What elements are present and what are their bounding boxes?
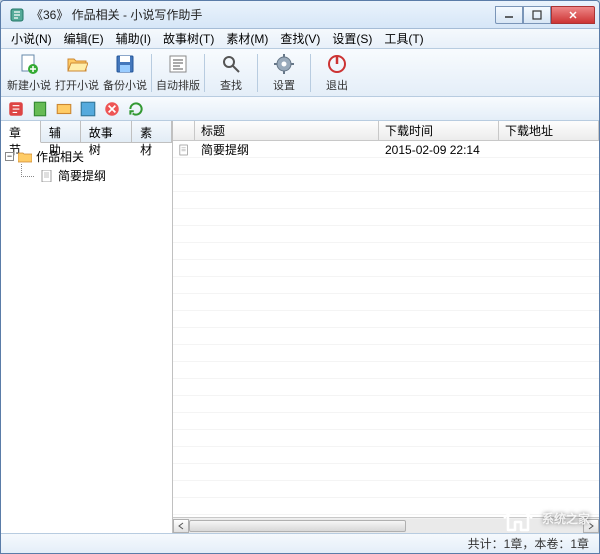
gear-icon xyxy=(273,53,295,75)
content-area: 标题 下载时间 下载地址 简要提纲 2015-02-09 22:14 xyxy=(173,121,599,533)
toolbar: 新建小说 打开小说 备份小说 自动排版 查找 设置 退出 xyxy=(1,49,599,97)
delete-button[interactable] xyxy=(103,100,121,118)
grid-header: 标题 下载时间 下载地址 xyxy=(173,121,599,141)
grid-body[interactable]: 简要提纲 2015-02-09 22:14 xyxy=(173,141,599,517)
sidebar-tabs: 章节 辅助 故事树 素材 xyxy=(1,121,172,143)
tree-root-label: 作品相关 xyxy=(36,148,84,165)
maximize-button[interactable] xyxy=(523,6,551,24)
new-novel-label: 新建小说 xyxy=(7,77,51,93)
refresh-button[interactable] xyxy=(127,100,145,118)
open-folder-icon xyxy=(66,53,88,75)
tree-child-label: 简要提纲 xyxy=(58,167,106,184)
menu-edit[interactable]: 编辑(E) xyxy=(58,28,110,49)
filter-button[interactable] xyxy=(7,100,25,118)
auto-format-button[interactable]: 自动排版 xyxy=(154,51,202,95)
statusbar: 共计：1章，本卷：1章 xyxy=(1,533,599,553)
auto-format-label: 自动排版 xyxy=(156,77,200,93)
minimize-button[interactable] xyxy=(495,6,523,24)
find-button[interactable]: 查找 xyxy=(207,51,255,95)
tree-child[interactable]: 简要提纲 xyxy=(21,166,168,185)
menu-material[interactable]: 素材(M) xyxy=(220,28,274,49)
horizontal-scrollbar[interactable] xyxy=(173,517,599,533)
grid-header-icon[interactable] xyxy=(173,121,195,140)
new-novel-button[interactable]: 新建小说 xyxy=(5,51,53,95)
save-icon xyxy=(114,53,136,75)
menu-settings[interactable]: 设置(S) xyxy=(326,28,378,49)
menu-tools[interactable]: 工具(T) xyxy=(378,28,429,49)
close-button[interactable] xyxy=(551,6,595,24)
open-novel-button[interactable]: 打开小说 xyxy=(53,51,101,95)
menu-storytree[interactable]: 故事树(T) xyxy=(157,28,220,49)
menu-novel[interactable]: 小说(N) xyxy=(5,28,58,49)
menubar: 小说(N) 编辑(E) 辅助(I) 故事树(T) 素材(M) 查找(V) 设置(… xyxy=(1,29,599,49)
menu-assist[interactable]: 辅助(I) xyxy=(110,28,157,49)
folder-open-icon xyxy=(18,151,32,163)
open-novel-label: 打开小说 xyxy=(55,77,99,93)
search-icon xyxy=(220,53,242,75)
row-title: 简要提纲 xyxy=(195,141,379,158)
sidebar: 章节 辅助 故事树 素材 − 作品相关 简要提纲 xyxy=(1,121,173,533)
toolbar-separator xyxy=(204,54,205,92)
exit-button[interactable]: 退出 xyxy=(313,51,361,95)
tab-material[interactable]: 素材 xyxy=(132,121,172,142)
document-icon xyxy=(40,170,54,182)
settings-label: 设置 xyxy=(273,77,295,93)
grid-row[interactable]: 简要提纲 2015-02-09 22:14 xyxy=(173,141,599,158)
grid-header-addr[interactable]: 下载地址 xyxy=(499,121,599,140)
toolbar-separator xyxy=(151,54,152,92)
grid-header-title[interactable]: 标题 xyxy=(195,121,379,140)
scroll-track[interactable] xyxy=(189,519,583,533)
exit-icon xyxy=(326,53,348,75)
format-icon xyxy=(167,53,189,75)
scroll-left-button[interactable] xyxy=(173,519,189,533)
settings-button[interactable]: 设置 xyxy=(260,51,308,95)
status-text: 共计：1章，本卷：1章 xyxy=(468,535,589,552)
row-time: 2015-02-09 22:14 xyxy=(379,143,499,157)
iconbar xyxy=(1,97,599,121)
book-button[interactable] xyxy=(31,100,49,118)
tab-assist[interactable]: 辅助 xyxy=(41,121,81,142)
tab-storytree[interactable]: 故事树 xyxy=(81,121,132,142)
new-file-icon xyxy=(18,53,40,75)
find-label: 查找 xyxy=(220,77,242,93)
toolbar-separator xyxy=(257,54,258,92)
tab-chapters[interactable]: 章节 xyxy=(1,121,41,143)
row-icon xyxy=(173,144,195,156)
backup-novel-label: 备份小说 xyxy=(103,77,147,93)
toolbar-separator xyxy=(310,54,311,92)
titlebar: 《36》 作品相关 - 小说写作助手 xyxy=(1,1,599,29)
menu-find[interactable]: 查找(V) xyxy=(274,28,326,49)
scroll-right-button[interactable] xyxy=(583,519,599,533)
collapse-icon[interactable]: − xyxy=(5,152,14,161)
backup-novel-button[interactable]: 备份小说 xyxy=(101,51,149,95)
grid-header-time[interactable]: 下载时间 xyxy=(379,121,499,140)
scroll-thumb[interactable] xyxy=(189,520,406,532)
app-icon xyxy=(9,7,25,23)
attach-button[interactable] xyxy=(55,100,73,118)
main-area: 章节 辅助 故事树 素材 − 作品相关 简要提纲 xyxy=(1,121,599,533)
tree-view[interactable]: − 作品相关 简要提纲 xyxy=(1,143,172,533)
window-title: 《36》 作品相关 - 小说写作助手 xyxy=(31,6,495,23)
exit-label: 退出 xyxy=(326,77,348,93)
check-button[interactable] xyxy=(79,100,97,118)
